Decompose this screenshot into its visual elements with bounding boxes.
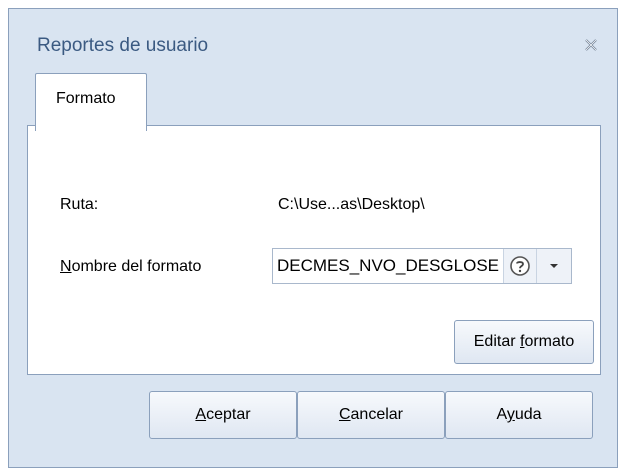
editar-prefix: Editar <box>473 333 520 350</box>
ayuda-label: Ayuda <box>496 406 541 424</box>
nombre-mnemonic: N <box>60 258 72 275</box>
nombre-label-rest: ombre del formato <box>71 258 202 275</box>
aceptar-rest: ceptar <box>206 406 251 423</box>
dropdown-button[interactable] <box>536 249 571 283</box>
aceptar-label: Aceptar <box>195 406 250 424</box>
help-icon[interactable] <box>503 249 536 283</box>
ayuda-mnemonic: y <box>506 406 515 423</box>
tab-formato[interactable]: Formato <box>35 73 147 131</box>
editar-formato-button[interactable]: Editar formato <box>454 320 594 364</box>
close-button[interactable] <box>579 33 603 57</box>
cancelar-rest: ancelar <box>350 406 404 423</box>
nombre-formato-label: Nombre del formato <box>60 258 201 276</box>
aceptar-mnemonic: A <box>195 406 207 423</box>
dialog-window: Reportes de usuario Formato Ruta: C:\Use… <box>8 8 618 468</box>
cancelar-mnemonic: C <box>338 406 351 423</box>
tab-formato-label: Formato <box>56 90 116 107</box>
editar-suffix: ormato <box>524 333 575 350</box>
title-bar[interactable]: Reportes de usuario <box>9 9 617 67</box>
ayuda-suffix: uda <box>514 406 542 423</box>
editar-formato-label: Editar formato <box>474 333 575 351</box>
cancelar-button[interactable]: Cancelar <box>297 391 445 439</box>
ruta-value: C:\Use...as\Desktop\ <box>278 196 425 213</box>
window-title: Reportes de usuario <box>37 35 209 56</box>
ayuda-button[interactable]: Ayuda <box>445 391 593 439</box>
aceptar-button[interactable]: Aceptar <box>149 391 297 439</box>
cancelar-label: Cancelar <box>339 406 403 424</box>
close-icon <box>585 39 597 51</box>
ruta-label: Ruta: <box>60 196 99 213</box>
tab-strip: Formato <box>27 69 601 131</box>
ayuda-prefix: A <box>496 406 507 423</box>
chevron-down-icon <box>550 264 558 268</box>
question-circle-icon <box>510 256 530 276</box>
tab-panel-formato: Ruta: C:\Use...as\Desktop\ Nombre del fo… <box>27 125 601 375</box>
nombre-formato-combo[interactable]: DECMES_NVO_DESGLOSE <box>272 248 572 284</box>
nombre-formato-input[interactable]: DECMES_NVO_DESGLOSE <box>273 249 503 283</box>
